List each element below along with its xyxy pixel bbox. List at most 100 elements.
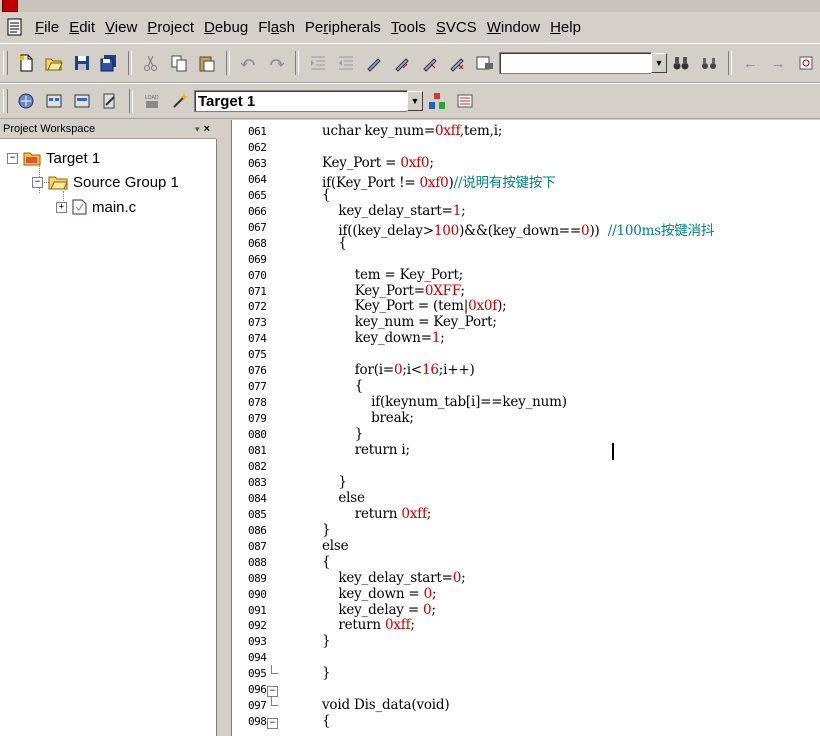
menu-mnemonic: F [35, 18, 45, 36]
batch-build-button[interactable] [99, 90, 121, 112]
save-all-button[interactable] [98, 52, 120, 74]
download-button[interactable]: LOAD [141, 90, 163, 112]
redo-button[interactable] [266, 52, 288, 74]
pane-splitter[interactable] [217, 120, 231, 736]
rebuild-button[interactable] [71, 90, 93, 112]
components-button[interactable] [426, 90, 448, 112]
code-text: ; [432, 585, 437, 602]
code-text: } [322, 426, 364, 443]
code-number: 1 [452, 202, 462, 219]
menu-view[interactable]: View [100, 19, 142, 36]
new-file-button[interactable] [15, 52, 37, 74]
tree-item-source-group[interactable]: − Source Group 1 [32, 172, 179, 192]
code-number: 1 [431, 330, 441, 347]
bookmark-prev-button[interactable] [391, 52, 413, 74]
target-options-button[interactable] [169, 90, 191, 112]
unindent-button[interactable] [335, 52, 357, 74]
target-select[interactable]: Target 1 [194, 90, 407, 112]
code-text: void Dis_data(void) [322, 697, 450, 714]
undo-button[interactable] [238, 52, 260, 74]
code-number: 0xff [401, 505, 427, 522]
code-text: else [322, 489, 365, 506]
incremental-find-button[interactable] [698, 52, 720, 74]
nav-back-button[interactable]: ← [740, 52, 762, 74]
bookmark-next-button[interactable] [419, 52, 441, 74]
code-editor[interactable]: 061 062 063 064 065 066 067 068 069 070 071 072 073 0… [231, 120, 820, 736]
menu-peripherals[interactable]: Peripherals [300, 19, 386, 36]
paste-button[interactable] [196, 52, 218, 74]
line-number: 096 [248, 683, 267, 697]
code-text: } [322, 473, 347, 490]
target-select-dropdown[interactable]: ▼ [407, 91, 423, 111]
find-button[interactable] [670, 52, 692, 74]
copy-icon [171, 55, 187, 72]
indent-button[interactable] [307, 52, 329, 74]
find-combo-dropdown[interactable]: ▼ [650, 53, 667, 73]
translate-button[interactable] [15, 90, 37, 112]
menu-file[interactable]: File [30, 19, 64, 36]
books-icon [457, 94, 473, 108]
copy-button[interactable] [168, 52, 190, 74]
find-combo[interactable] [499, 52, 651, 74]
line-number: 084 [248, 491, 267, 505]
collapse-icon[interactable]: − [7, 152, 18, 164]
save-all-icon [100, 55, 117, 72]
find-in-files-icon [476, 56, 494, 70]
code-text: if(keynum_tab[i]==key_num) [322, 394, 567, 411]
bookmark-toggle-button[interactable] [363, 52, 385, 74]
code-text: ; [426, 505, 432, 522]
menu-debug[interactable]: Debug [199, 19, 253, 36]
code-line: if(Key_Port != 0xf0)//说明有按键按下 [322, 171, 556, 191]
rebuild-icon [74, 94, 90, 108]
code-number: 0 [423, 585, 433, 602]
fold-collapse-icon[interactable]: − [267, 718, 278, 730]
menu-svcs[interactable]: SVCS [431, 19, 482, 36]
close-icon[interactable]: × [204, 123, 210, 135]
expand-icon[interactable]: + [56, 201, 67, 213]
line-number: 086 [248, 523, 267, 537]
menu-window[interactable]: Window [482, 19, 545, 36]
batch-build-icon [103, 93, 115, 109]
code-line: for(i=0;i<16;i++) [322, 362, 475, 378]
line-number: 087 [248, 539, 267, 553]
toolbar-grip[interactable] [3, 89, 8, 113]
line-number: 088 [248, 555, 267, 569]
save-button[interactable] [71, 52, 93, 74]
open-file-button[interactable] [43, 52, 65, 74]
find-in-files-button[interactable] [474, 52, 496, 74]
line-number: 079 [248, 412, 267, 426]
undo-icon [240, 59, 255, 67]
code-line: } [322, 474, 347, 490]
configure-button[interactable] [795, 52, 817, 74]
workspace-dropdown-icon[interactable]: ▾ [195, 124, 200, 135]
menu-edit[interactable]: Edit [64, 19, 100, 36]
line-number: 083 [248, 475, 267, 489]
menu-tools[interactable]: Tools [386, 19, 431, 36]
code-line: key_num = Key_Port; [322, 314, 497, 330]
tree-item-label: Target 1 [46, 149, 101, 167]
build-button[interactable] [43, 90, 65, 112]
line-number: 097 [248, 699, 267, 713]
bookmark-clear-button[interactable] [447, 52, 469, 74]
line-number: 080 [248, 428, 267, 442]
new-file-icon [19, 54, 33, 72]
tree-item-main-c[interactable]: + main.c [56, 197, 136, 217]
collapse-icon[interactable]: − [32, 176, 43, 188]
menu-help[interactable]: Help [545, 19, 586, 36]
menu-project[interactable]: Project [142, 19, 199, 36]
fold-collapse-icon[interactable]: − [267, 686, 278, 698]
tree-item-target[interactable]: − Target 1 [7, 148, 100, 168]
menu-flash[interactable]: Flash [253, 19, 300, 36]
menu-label-part: roject [157, 18, 194, 36]
toolbar-grip[interactable] [3, 51, 8, 75]
cut-button[interactable] [140, 52, 162, 74]
line-number: 064 [248, 172, 267, 186]
code-line: } [322, 426, 364, 443]
code-number: 16 [421, 362, 439, 379]
bookmark-prev-icon [395, 58, 409, 72]
nav-forward-button[interactable]: → [767, 52, 789, 74]
open-folder-icon [45, 58, 63, 71]
books-button[interactable] [454, 90, 476, 112]
menu-label-part: ools [398, 18, 426, 36]
translate-icon [18, 93, 34, 109]
